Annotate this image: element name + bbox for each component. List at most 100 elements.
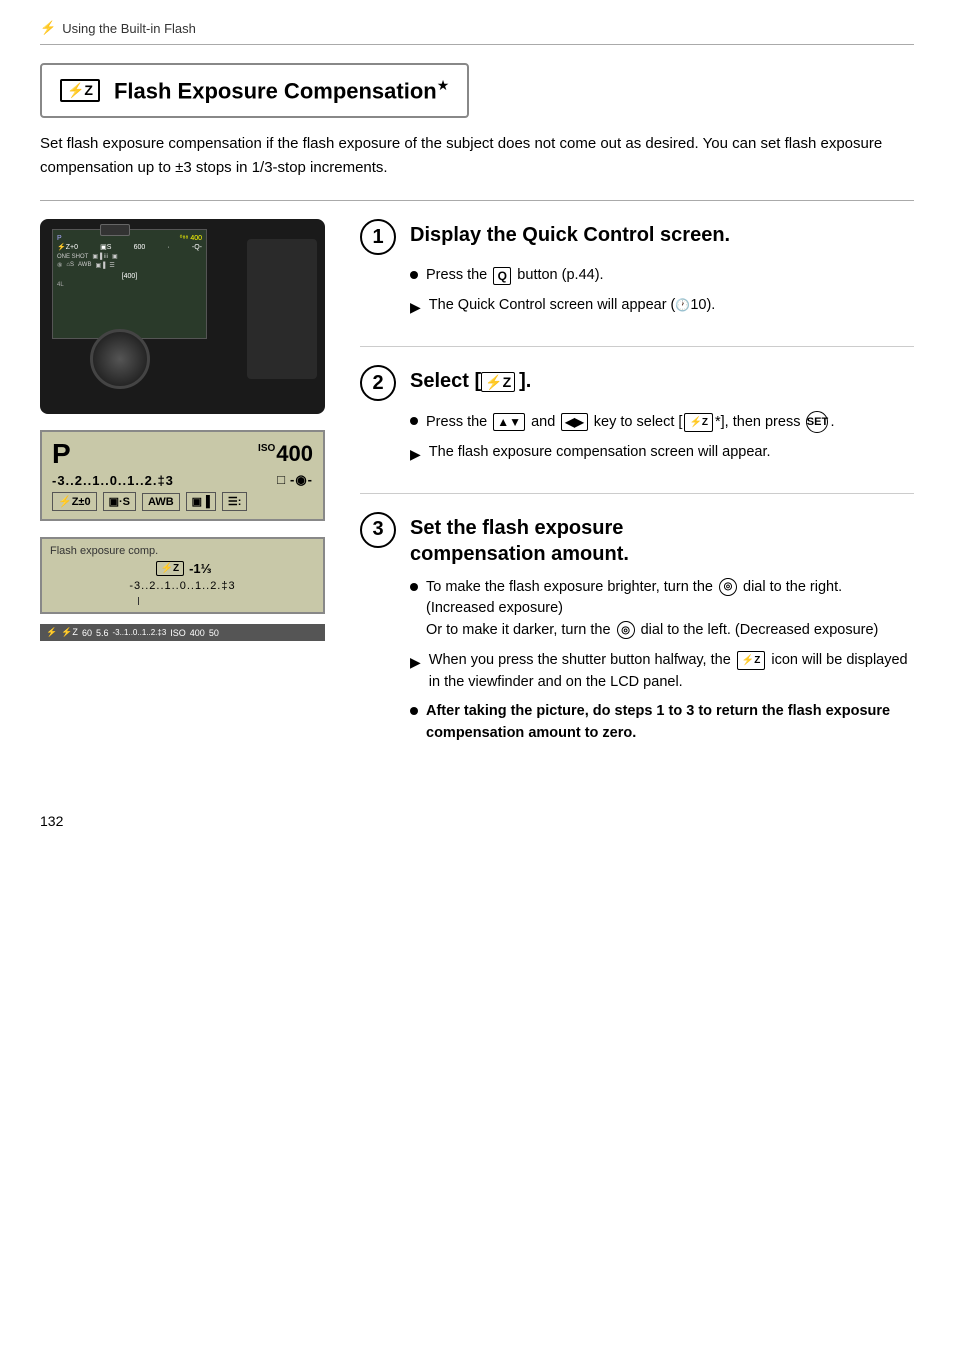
arrow-icon: ▶ [410, 297, 421, 318]
step-3-title: Set the flash exposurecompensation amoun… [410, 512, 629, 567]
lcd-square-icon: □ [277, 472, 286, 488]
bullet-dot [410, 417, 418, 425]
status-flash: ⚡ [46, 627, 57, 638]
step-2-block: 2 Select [⚡Z]. Press the ▲▼ and ◀▶ key t… [360, 365, 914, 465]
fcs-compensation-value: -1⅓ [189, 561, 211, 576]
status-shots: 50 [209, 628, 219, 638]
lr-key-inline: ◀▶ [561, 413, 587, 431]
cam-screen-row3: ONE SHOT▣▐ iii▣ [57, 253, 202, 260]
step-1-number: 1 [360, 219, 396, 255]
status-bar: ⚡ ⚡Z 60 5.6 -3..1..0..1..2.‡3 ISO 400 50 [40, 624, 325, 641]
arrow-icon: ▶ [410, 444, 421, 465]
lcd-iso-label: ISO [258, 441, 275, 454]
lcd-right-icons: □ -◉- [277, 472, 313, 488]
status-shutter: 60 [82, 628, 92, 638]
step-1-bullet-1: Press the Q button (p.44). [410, 265, 914, 287]
step-3-bullet-3: After taking the picture, do steps 1 to … [410, 701, 914, 745]
status-aperture: 5.6 [96, 628, 109, 638]
step-1-bullet-2: ▶ The Quick Control screen will appear (… [410, 295, 914, 318]
main-divider [40, 200, 914, 201]
lcd-drive-box: ▣·S [103, 492, 136, 511]
lcd-scale: -3..2..1..0..1..2.‡3 [52, 473, 174, 488]
camera-image: P ⁰⁸⁸ 400 ⚡Z+0▣S600·-Q- ONE SHOT▣▐ iii▣ … [40, 219, 325, 414]
cam-screen-row4: ⑧⌂SAWB▣▐☰ [57, 262, 202, 269]
step-1-title: Display the Quick Control screen. [410, 219, 730, 248]
step-3-header: 3 Set the flash exposurecompensation amo… [360, 512, 914, 567]
step-2-content: Press the ▲▼ and ◀▶ key to select [⚡Z*],… [360, 411, 914, 465]
intro-paragraph: Set flash exposure compensation if the f… [40, 132, 914, 180]
top-header: ⚡ Using the Built-in Flash [40, 20, 914, 45]
header-label: Using the Built-in Flash [62, 21, 196, 36]
section-title: Flash Exposure Compensation★ [114, 77, 449, 104]
camera-flash-unit [100, 224, 130, 236]
fcs-marker [138, 597, 139, 605]
star-symbol: ★ [437, 77, 450, 93]
lcd-mode: P [52, 440, 71, 468]
status-fec: ⚡Z [61, 627, 78, 638]
dial-icon-1: ◎ [719, 578, 737, 596]
cam-screen-row6: 4L [57, 282, 202, 288]
lcd-iso: ISO 400 [258, 441, 313, 467]
step-2-bullet-1: Press the ▲▼ and ◀▶ key to select [⚡Z*],… [410, 411, 914, 434]
camera-body-right [247, 239, 317, 379]
cam-screen-row1: P ⁰⁸⁸ 400 [57, 234, 202, 242]
step-1-header: 1 Display the Quick Control screen. [360, 219, 914, 255]
fcs-flash-icon: ⚡Z [156, 561, 185, 576]
dial-icon-2: ◎ [617, 621, 635, 639]
status-ev-scale: -3..1..0..1..2.‡3 [112, 628, 166, 637]
step-2-number: 2 [360, 365, 396, 401]
q-button-inline: Q [493, 267, 511, 285]
fec-section-icon: ⚡Z [60, 79, 100, 102]
left-column: P ⁰⁸⁸ 400 ⚡Z+0▣S600·-Q- ONE SHOT▣▐ iii▣ … [40, 219, 360, 773]
step-3-bold-note: After taking the picture, do steps 1 to … [426, 701, 914, 745]
lcd-target-icon: -◉- [290, 472, 313, 488]
status-iso-label: ISO [170, 628, 186, 638]
fcs-indicator [50, 594, 315, 604]
fcs-value: ⚡Z -1⅓ [50, 561, 315, 576]
fec-inline-icon-2: ⚡Z [737, 651, 766, 670]
step-3-bullet-1-text: To make the flash exposure brighter, tur… [426, 577, 914, 642]
step-2-bullet-2: ▶ The flash exposure compensation screen… [410, 442, 914, 465]
flash-comp-screen: Flash exposure comp. ⚡Z -1⅓ -3..2..1..0.… [40, 537, 325, 614]
step-divider-1 [360, 346, 914, 347]
lcd-wb-box: AWB [142, 493, 180, 511]
step-1-content: Press the Q button (p.44). ▶ The Quick C… [360, 265, 914, 318]
status-iso-value: 400 [190, 628, 205, 638]
step-2-title: Select [⚡Z]. [410, 365, 531, 394]
camera-lens [90, 329, 150, 389]
step-2-bullet-2-text: The flash exposure compensation screen w… [429, 442, 771, 464]
page-number: 132 [40, 813, 914, 829]
step-2-bullet-1-text: Press the ▲▼ and ◀▶ key to select [⚡Z*],… [426, 411, 835, 434]
section-title-box: ⚡Z Flash Exposure Compensation★ [40, 63, 469, 118]
bullet-dot [410, 707, 418, 715]
lcd-row1: P ISO 400 [52, 440, 313, 468]
step-3-bullet-1: To make the flash exposure brighter, tur… [410, 577, 914, 642]
step-1-block: 1 Display the Quick Control screen. Pres… [360, 219, 914, 318]
flash-icon-header: ⚡ [40, 20, 56, 36]
step-3-content: To make the flash exposure brighter, tur… [360, 577, 914, 745]
lcd-menu-box: ☰: [222, 492, 248, 511]
step-3-block: 3 Set the flash exposurecompensation amo… [360, 512, 914, 745]
fcs-scale: -3..2..1..0..1..2.‡3 [50, 580, 315, 592]
cam-screen-row2: ⚡Z+0▣S600·-Q- [57, 243, 202, 251]
lcd-panel: P ISO 400 -3..2..1..0..1..2.‡3 □ -◉- ⚡Z±… [40, 430, 325, 521]
bullet-dot [410, 271, 418, 279]
fcs-title: Flash exposure comp. [50, 545, 315, 557]
fcs-indicator-bar [93, 594, 273, 604]
step-3-bullet-2-text: When you press the shutter button halfwa… [429, 650, 914, 694]
arrow-icon: ▶ [410, 652, 421, 673]
set-button-inline: SET [806, 411, 828, 433]
right-column: 1 Display the Quick Control screen. Pres… [360, 219, 914, 773]
step-3-bullet-2: ▶ When you press the shutter button half… [410, 650, 914, 694]
lcd-af-box: ▣▐ [186, 492, 216, 511]
step-1-bullet-2-text: The Quick Control screen will appear (🕐1… [429, 295, 716, 317]
step-2-header: 2 Select [⚡Z]. [360, 365, 914, 401]
lcd-row3: ⚡Z±0 ▣·S AWB ▣▐ ☰: [52, 492, 313, 511]
lcd-row2: -3..2..1..0..1..2.‡3 □ -◉- [52, 472, 313, 488]
content-area: P ⁰⁸⁸ 400 ⚡Z+0▣S600·-Q- ONE SHOT▣▐ iii▣ … [40, 219, 914, 773]
av-key-inline: ▲▼ [493, 413, 525, 431]
lcd-flash-comp-box: ⚡Z±0 [52, 492, 97, 511]
step-1-bullet-1-text: Press the Q button (p.44). [426, 265, 604, 287]
cam-screen-row5: [400] [57, 273, 202, 280]
bullet-dot [410, 583, 418, 591]
